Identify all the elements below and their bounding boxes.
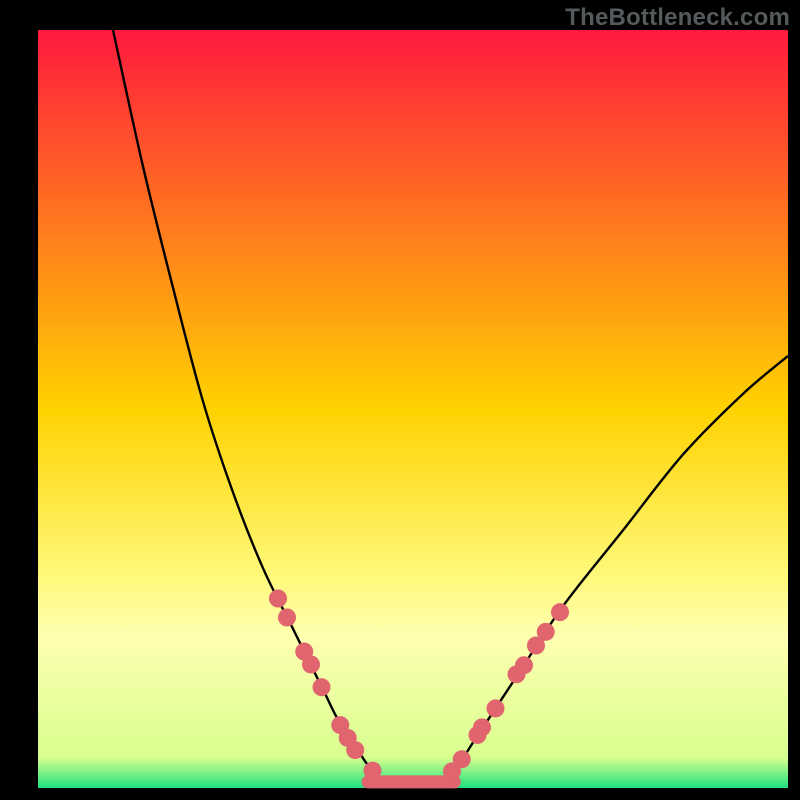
- plot-background: [38, 30, 788, 788]
- bottleneck-chart: [0, 0, 800, 800]
- data-marker: [278, 608, 296, 626]
- data-marker: [346, 741, 364, 759]
- data-marker: [537, 623, 555, 641]
- data-marker: [551, 603, 569, 621]
- data-marker: [302, 655, 320, 673]
- data-marker: [487, 699, 505, 717]
- chart-frame: TheBottleneck.com: [0, 0, 800, 800]
- data-marker: [364, 762, 382, 780]
- data-marker: [473, 718, 491, 736]
- data-marker: [453, 750, 471, 768]
- watermark-text: TheBottleneck.com: [565, 4, 790, 32]
- data-marker: [269, 590, 287, 608]
- data-marker: [515, 656, 533, 674]
- data-marker: [313, 678, 331, 696]
